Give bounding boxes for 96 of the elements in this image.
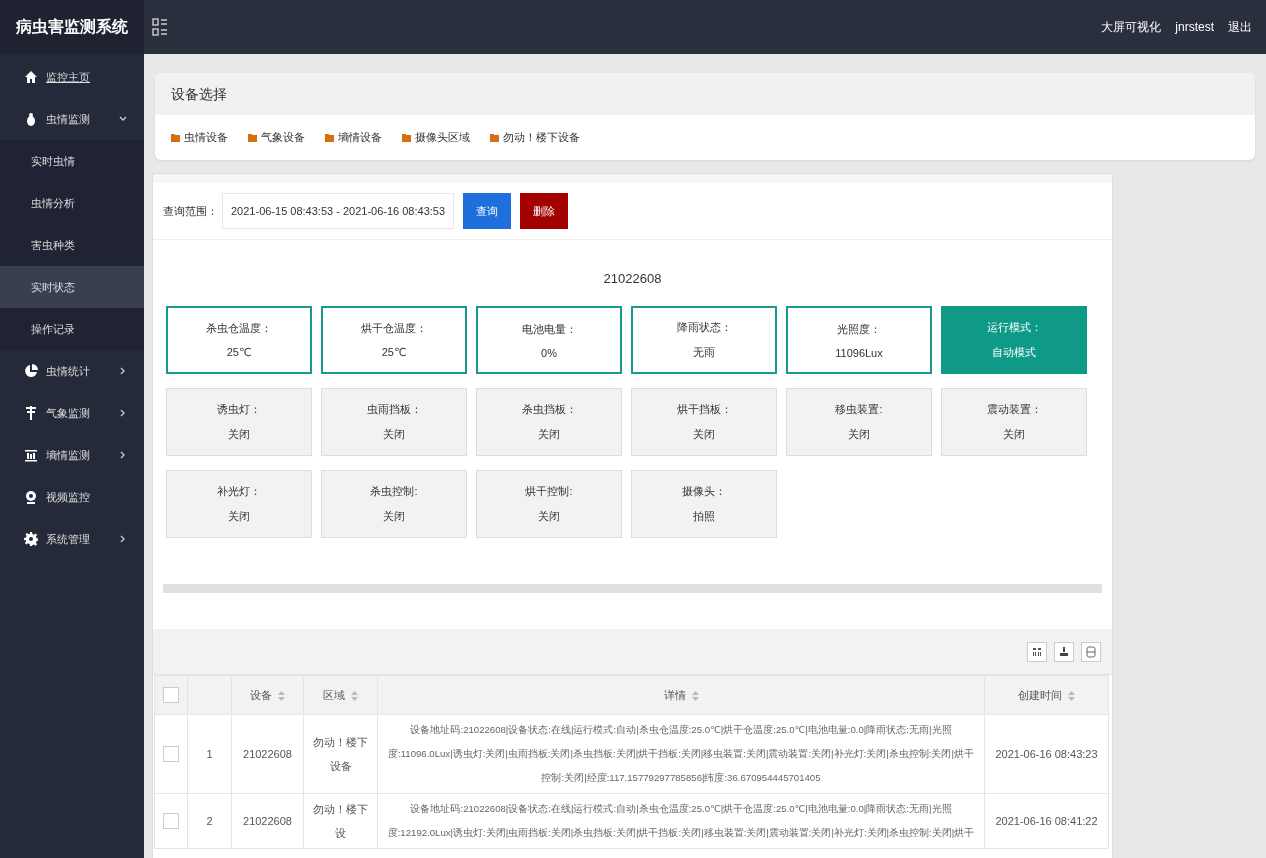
table-cell-text: 设备地址码:21022608|设备状态:在线|运行模式:自动|杀虫仓温度:25.0℃|烘干仓温度:25.0℃|电池电量:0.0|降雨状态:无雨|光照度:12192.0Lux|诱虫灯:关闭|虫雨挡板:关闭|杀虫挡板:关闭|烘干挡板:关闭|移虫装置:关闭|震动装置:关闭|补光灯:关闭|杀虫控制:关闭|烘干 (386, 802, 976, 840)
nav-subitem[interactable]: 实时状态 (0, 266, 144, 308)
status-label: 摄像头： (682, 484, 726, 499)
nav-subitem[interactable]: 害虫种类 (0, 224, 144, 266)
status-value: 11096Lux (835, 346, 883, 359)
status-label: 电池电量： (521, 321, 577, 337)
status-label: 杀虫挡板： (521, 402, 577, 417)
sort-icon[interactable] (351, 690, 358, 701)
table-cell: 1 (206, 748, 213, 760)
status-value: 关闭 (383, 427, 405, 442)
status-value: 无雨 (693, 345, 715, 360)
nav-item[interactable]: 监控主页 (0, 56, 144, 98)
sort-icon[interactable] (278, 690, 285, 701)
folder-icon (490, 133, 499, 142)
header-link[interactable]: 退出 (1228, 18, 1252, 36)
status-value: 关闭 (538, 509, 560, 524)
pole-icon (24, 406, 38, 420)
nav-item[interactable]: 虫情监测 (0, 98, 144, 140)
status-value: 拍照 (693, 509, 715, 524)
status-label: 烘干仓温度： (361, 321, 427, 336)
checkbox[interactable] (163, 746, 179, 762)
table-cell: 2021-06-16 08:43:23 (995, 748, 1098, 760)
status-value: 25℃ (381, 346, 407, 359)
device-group-link[interactable]: 虫情设备 (184, 130, 228, 145)
header-link[interactable]: jnrstest (1175, 20, 1214, 34)
status-label: 光照度： (837, 321, 881, 337)
status-label: 诱虫灯： (217, 402, 261, 417)
nav-item[interactable]: 系统管理 (0, 518, 144, 560)
header-link[interactable]: 大屏可视化 (1101, 18, 1162, 36)
sort-icon[interactable] (691, 690, 699, 701)
app-title: 病虫害监测系统 (0, 0, 144, 54)
query-button[interactable]: 查询 (463, 193, 512, 229)
table-cell: 21022608 (243, 748, 292, 760)
status-label: 虫雨挡板： (366, 402, 422, 417)
table-cell: 勿动！楼下设 (313, 803, 368, 839)
webcam-icon (24, 490, 38, 504)
table-cell: 21022608 (243, 815, 292, 827)
status-label: 烘干挡板： (676, 402, 732, 417)
folder-icon (402, 133, 411, 142)
status-value: 关闭 (693, 427, 715, 442)
bar-chart-icon (24, 448, 38, 462)
nav-subitem[interactable]: 虫情分析 (0, 182, 144, 224)
nav-item[interactable]: 气象监测 (0, 392, 144, 434)
home-icon (24, 70, 38, 84)
folder-icon (171, 133, 180, 142)
sort-icon[interactable] (1068, 690, 1075, 701)
status-label: 移虫装置: (835, 402, 883, 417)
query-label: 查询范围： (163, 203, 218, 219)
nav-item[interactable]: 虫情统计 (0, 350, 144, 392)
delete-button[interactable]: 删除 (520, 193, 569, 229)
status-value: 自动模式 (992, 345, 1036, 360)
nav-item[interactable]: 墒情监测 (0, 434, 144, 476)
status-value: 关闭 (228, 509, 250, 524)
column-header[interactable]: 区域 (323, 688, 345, 701)
settings-icon (24, 532, 38, 546)
date-range-field[interactable]: 2021-06-15 08:43:53 - 2021-06-16 08:43:53 (222, 193, 455, 229)
status-label: 震动装置： (986, 402, 1042, 417)
device-group-link[interactable]: 气象设备 (261, 130, 305, 145)
nav-item[interactable]: 视频监控 (0, 476, 144, 518)
status-value: 关闭 (538, 427, 560, 442)
status-value: 0% (541, 346, 557, 359)
status-label: 降雨状态： (676, 320, 732, 335)
device-group-link[interactable]: 墒情设备 (338, 130, 382, 145)
column-header[interactable]: 详情 (663, 688, 686, 701)
folder-icon (248, 133, 257, 142)
section-title: 设备选择 (155, 73, 1255, 115)
status-value: 关闭 (1003, 427, 1025, 442)
folder-icon (325, 133, 334, 142)
device-group-link[interactable]: 勿动！楼下设备 (503, 130, 580, 145)
status-value: 关闭 (848, 427, 870, 442)
pie-chart-icon (24, 364, 38, 378)
status-label: 补光灯： (217, 484, 261, 499)
menu-toggle-icon[interactable] (152, 18, 168, 36)
status-value: 25℃ (226, 346, 252, 359)
device-id: 21022608 (602, 271, 663, 288)
print-icon[interactable] (1081, 641, 1101, 662)
checkbox[interactable] (163, 813, 179, 829)
table-cell: 勿动！楼下设备 (313, 736, 368, 772)
status-label: 烘干控制: (525, 484, 573, 499)
status-label: 杀虫控制: (370, 484, 418, 499)
status-label: 杀虫仓温度： (206, 321, 272, 336)
export-icon[interactable] (1054, 641, 1074, 662)
table-cell-text: 设备地址码:21022608|设备状态:在线|运行模式:自动|杀虫仓温度:25.0℃|烘干仓温度:25.0℃|电池电量:0.0|降雨状态:无雨|光照度:11096.0Lux|诱虫灯:关闭|虫雨挡板:关闭|杀虫挡板:关闭|烘干挡板:关闭|移虫装置:关闭|震动装置:关闭|补光灯:关闭|杀虫控制:关闭|烘干控制:关闭|经度:117.15779297785856|纬度:36.670954445701405 (387, 723, 975, 785)
device-group-link[interactable]: 摄像头区域 (415, 130, 470, 145)
status-value: 关闭 (228, 427, 250, 442)
columns-icon[interactable] (1027, 641, 1047, 662)
horizontal-scrollbar[interactable] (163, 584, 1102, 593)
table-cell: 2021-06-16 08:41:22 (995, 815, 1098, 827)
checkbox[interactable] (163, 687, 179, 703)
column-header[interactable]: 创建时间 (1018, 688, 1062, 701)
column-header[interactable]: 设备 (250, 688, 272, 701)
status-label: 运行模式： (986, 320, 1042, 335)
nav-subitem[interactable]: 操作记录 (0, 308, 144, 350)
table-cell: 2 (206, 815, 213, 827)
status-value: 关闭 (383, 509, 405, 524)
nav-subitem[interactable]: 实时虫情 (0, 140, 144, 182)
